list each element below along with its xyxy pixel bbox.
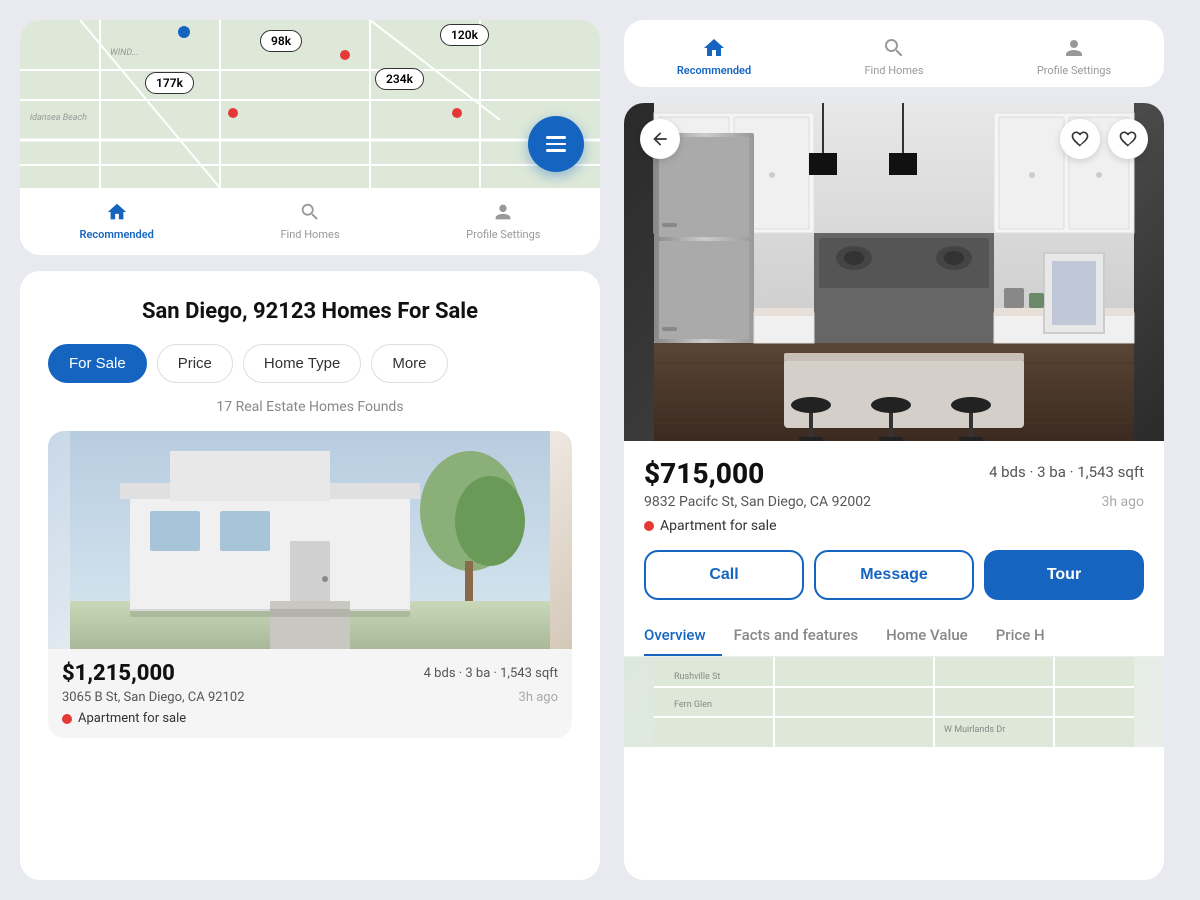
detail-status-dot	[644, 521, 654, 531]
call-button[interactable]: Call	[644, 550, 804, 600]
tab-price-history[interactable]: Price H	[996, 616, 1061, 656]
nav-item-profile-settings[interactable]: Profile Settings	[463, 200, 543, 241]
detail-address: 9832 Pacifc St, San Diego, CA 92002	[644, 494, 871, 510]
back-button[interactable]	[640, 119, 680, 159]
person-icon	[491, 200, 515, 224]
map-dot-red-2	[228, 108, 238, 118]
filter-price[interactable]: Price	[157, 344, 233, 383]
detail-tag: Apartment for sale	[660, 518, 777, 534]
home-time: 3h ago	[519, 690, 558, 705]
apartment-status-dot	[62, 714, 72, 724]
home-price: $1,215,000	[62, 661, 175, 686]
list-icon	[546, 136, 566, 152]
tour-button[interactable]: Tour	[984, 550, 1144, 600]
map-card: idansea Beach WIND... 98k 120k 177k 234k	[20, 20, 600, 255]
right-panel: Recommended Find Homes Profile Settings	[624, 20, 1164, 880]
price-label-177k: 177k	[145, 72, 194, 94]
detail-time: 3h ago	[1101, 494, 1144, 510]
nav-label-profile-settings: Profile Settings	[466, 228, 540, 241]
svg-text:WIND...: WIND...	[110, 48, 139, 58]
home-address: 3065 B St, San Diego, CA 92102	[62, 690, 245, 705]
price-label-98k: 98k	[260, 30, 302, 52]
map-dot-red-1	[340, 50, 350, 60]
detail-beds: 4 bds · 3 ba · 1,543 sqft	[989, 463, 1144, 481]
price-label-120k: 120k	[440, 24, 489, 46]
left-panel: idansea Beach WIND... 98k 120k 177k 234k	[20, 20, 600, 880]
message-button[interactable]: Message	[814, 550, 974, 600]
map-area: idansea Beach WIND... 98k 120k 177k 234k	[20, 20, 600, 188]
favorite-button[interactable]	[1108, 119, 1148, 159]
nav-item-find-homes[interactable]: Find Homes	[270, 200, 350, 241]
share-button[interactable]	[1060, 119, 1100, 159]
detail-listing-image	[624, 103, 1164, 441]
price-label-234k: 234k	[375, 68, 424, 90]
top-nav-item-find-homes[interactable]: Find Homes	[854, 36, 934, 77]
list-view-fab[interactable]	[528, 116, 584, 172]
top-search-icon	[882, 36, 906, 60]
search-title: San Diego, 92123 Homes For Sale	[48, 299, 572, 324]
top-person-icon	[1062, 36, 1086, 60]
search-icon	[298, 200, 322, 224]
home-listing-info: $1,215,000 4 bds · 3 ba · 1,543 sqft 306…	[48, 649, 572, 738]
heart-icon	[1118, 129, 1138, 149]
svg-text:Rushville St: Rushville St	[674, 672, 720, 682]
map-svg: idansea Beach WIND...	[20, 20, 600, 188]
tab-home-value[interactable]: Home Value	[886, 616, 984, 656]
top-nav-row: Recommended Find Homes Profile Settings	[624, 36, 1164, 77]
nav-label-recommended: Recommended	[79, 228, 153, 241]
mini-map: Rushville St Fern Glen W Muirlands Dr	[624, 657, 1164, 747]
detail-info: $715,000 4 bds · 3 ba · 1,543 sqft 9832 …	[624, 441, 1164, 657]
top-nav-label-profile: Profile Settings	[1037, 64, 1111, 77]
filter-row: For Sale Price Home Type More	[48, 344, 572, 383]
tab-facts[interactable]: Facts and features	[734, 616, 874, 656]
top-nav-label-recommended: Recommended	[677, 64, 751, 77]
home-icon	[105, 200, 129, 224]
map-dot-red-3	[452, 108, 462, 118]
svg-text:Fern Glen: Fern Glen	[674, 700, 712, 710]
bottom-nav-map-card: Recommended Find Homes Profile Settings	[20, 188, 600, 255]
filter-home-type[interactable]: Home Type	[243, 344, 361, 383]
top-nav-item-recommended[interactable]: Recommended	[674, 36, 754, 77]
detail-tabs: Overview Facts and features Home Value P…	[624, 616, 1164, 657]
top-nav-label-find-homes: Find Homes	[864, 64, 923, 77]
action-buttons: Call Message Tour	[644, 550, 1144, 600]
detail-price: $715,000	[644, 457, 764, 490]
filter-for-sale[interactable]: For Sale	[48, 344, 147, 383]
home-listing-card[interactable]: $1,215,000 4 bds · 3 ba · 1,543 sqft 306…	[48, 431, 572, 738]
house-illustration	[48, 431, 572, 649]
mini-map-svg: Rushville St Fern Glen W Muirlands Dr	[624, 657, 1164, 747]
results-count: 17 Real Estate Homes Founds	[48, 399, 572, 415]
nav-label-find-homes: Find Homes	[280, 228, 339, 241]
detail-card: $715,000 4 bds · 3 ba · 1,543 sqft 9832 …	[624, 103, 1164, 880]
back-arrow-icon	[650, 129, 670, 149]
home-listing-image	[48, 431, 572, 649]
top-nav-item-profile[interactable]: Profile Settings	[1034, 36, 1114, 77]
filter-more[interactable]: More	[371, 344, 447, 383]
svg-text:W Muirlands Dr: W Muirlands Dr	[944, 725, 1005, 735]
home-beds: 4 bds · 3 ba · 1,543 sqft	[424, 666, 558, 681]
tab-overview[interactable]: Overview	[644, 616, 722, 656]
svg-text:idansea Beach: idansea Beach	[30, 113, 87, 123]
share-icon	[1070, 129, 1090, 149]
search-results-card: San Diego, 92123 Homes For Sale For Sale…	[20, 271, 600, 880]
nav-item-recommended[interactable]: Recommended	[77, 200, 157, 241]
top-home-icon	[702, 36, 726, 60]
home-tag: Apartment for sale	[78, 711, 186, 726]
top-nav-card: Recommended Find Homes Profile Settings	[624, 20, 1164, 87]
map-dot-blue	[178, 26, 190, 38]
